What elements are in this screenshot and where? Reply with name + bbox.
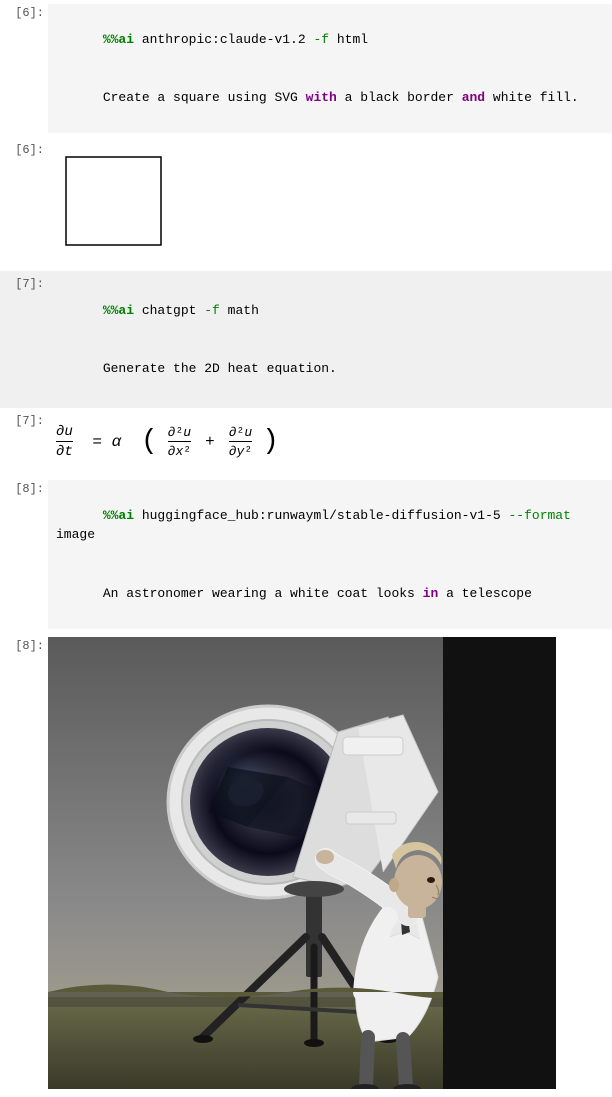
code-text: html <box>329 32 368 47</box>
cell-7-output-content: ∂u ∂t = α ( ∂²u ∂x² + ∂²u ∂y² ) <box>48 412 612 472</box>
cell-8-output-image <box>48 637 612 1093</box>
code-text: Create a square using SVG <box>103 90 306 105</box>
code-text: white fill. <box>485 90 579 105</box>
svg-square-output <box>56 149 176 259</box>
code-text: An astronomer wearing a white coat looks <box>103 586 423 601</box>
right-paren: ) <box>262 428 279 456</box>
highlight-with: with <box>306 90 337 105</box>
cell-label-8-output: [8]: <box>0 637 48 1093</box>
cell-label-7-input: [7]: <box>0 275 48 404</box>
magic-keyword: %%ai <box>103 32 134 47</box>
code-text: chatgpt <box>134 303 204 318</box>
flag-keyword: -f <box>313 32 329 47</box>
code-text: huggingface_hub:runwayml/stable-diffusio… <box>134 508 508 523</box>
cell-6-input-content: %%ai anthropic:claude-v1.2 -f html Creat… <box>48 4 612 133</box>
code-line-2: Create a square using SVG with a black b… <box>56 69 604 128</box>
flag-keyword-2: -f <box>204 303 220 318</box>
cell-label-6-output: [6]: <box>0 141 48 267</box>
math-equation: ∂u ∂t = α ( ∂²u ∂x² + ∂²u ∂y² ) <box>56 416 604 468</box>
left-paren: ( <box>141 428 158 456</box>
frac-uy2: ∂²u ∂y² <box>229 425 252 459</box>
cell-label-8-input: [8]: <box>0 480 48 629</box>
code-line-4: Generate the 2D heat equation. <box>56 340 604 399</box>
magic-keyword-2: %%ai <box>103 303 134 318</box>
code-line-6: An astronomer wearing a white coat looks… <box>56 564 604 623</box>
cell-label-6-input: [6]: <box>0 4 48 133</box>
plus-sign: + <box>205 433 215 451</box>
highlight-and: and <box>462 90 485 105</box>
code-text: math <box>220 303 259 318</box>
cell-7-output: [7]: ∂u ∂t = α ( ∂²u ∂x² + ∂²u ∂y² ) <box>0 408 612 476</box>
code-text: a black border <box>337 90 462 105</box>
cell-8-input: [8]: %%ai huggingface_hub:runwayml/stabl… <box>0 476 612 633</box>
code-text: Generate the 2D heat equation. <box>103 361 337 376</box>
cell-8-input-content: %%ai huggingface_hub:runwayml/stable-dif… <box>48 480 612 629</box>
cell-7-input: [7]: %%ai chatgpt -f math Generate the 2… <box>0 271 612 408</box>
frac-ux2: ∂²u ∂x² <box>168 425 191 459</box>
frac-ut: ∂u ∂t <box>56 424 73 460</box>
frac-den: ∂t <box>56 443 73 460</box>
code-line-5: %%ai huggingface_hub:runwayml/stable-dif… <box>56 486 604 564</box>
code-line-1: %%ai anthropic:claude-v1.2 -f html <box>56 10 604 69</box>
cell-7-input-content: %%ai chatgpt -f math Generate the 2D hea… <box>48 275 612 404</box>
frac-den-2: ∂x² <box>168 443 191 459</box>
code-line-3: %%ai chatgpt -f math <box>56 281 604 340</box>
cell-6-input: [6]: %%ai anthropic:claude-v1.2 -f html … <box>0 0 612 137</box>
magic-keyword-3: %%ai <box>103 508 134 523</box>
cell-6-output: [6]: <box>0 137 612 271</box>
cell-label-7-output: [7]: <box>0 412 48 472</box>
highlight-in: in <box>423 586 439 601</box>
cell-6-output-content <box>48 141 612 267</box>
astronomer-image <box>48 637 556 1089</box>
code-text: anthropic:claude-v1.2 <box>134 32 313 47</box>
flag-format: --format <box>509 508 571 523</box>
code-text: a telescope <box>438 586 532 601</box>
frac-num-2: ∂²u <box>168 425 191 442</box>
frac-den-3: ∂y² <box>229 443 252 459</box>
equals-sign: = α <box>83 433 131 451</box>
frac-num-3: ∂²u <box>229 425 252 442</box>
cell-8-output: [8]: <box>0 633 612 1097</box>
frac-num: ∂u <box>56 424 73 442</box>
